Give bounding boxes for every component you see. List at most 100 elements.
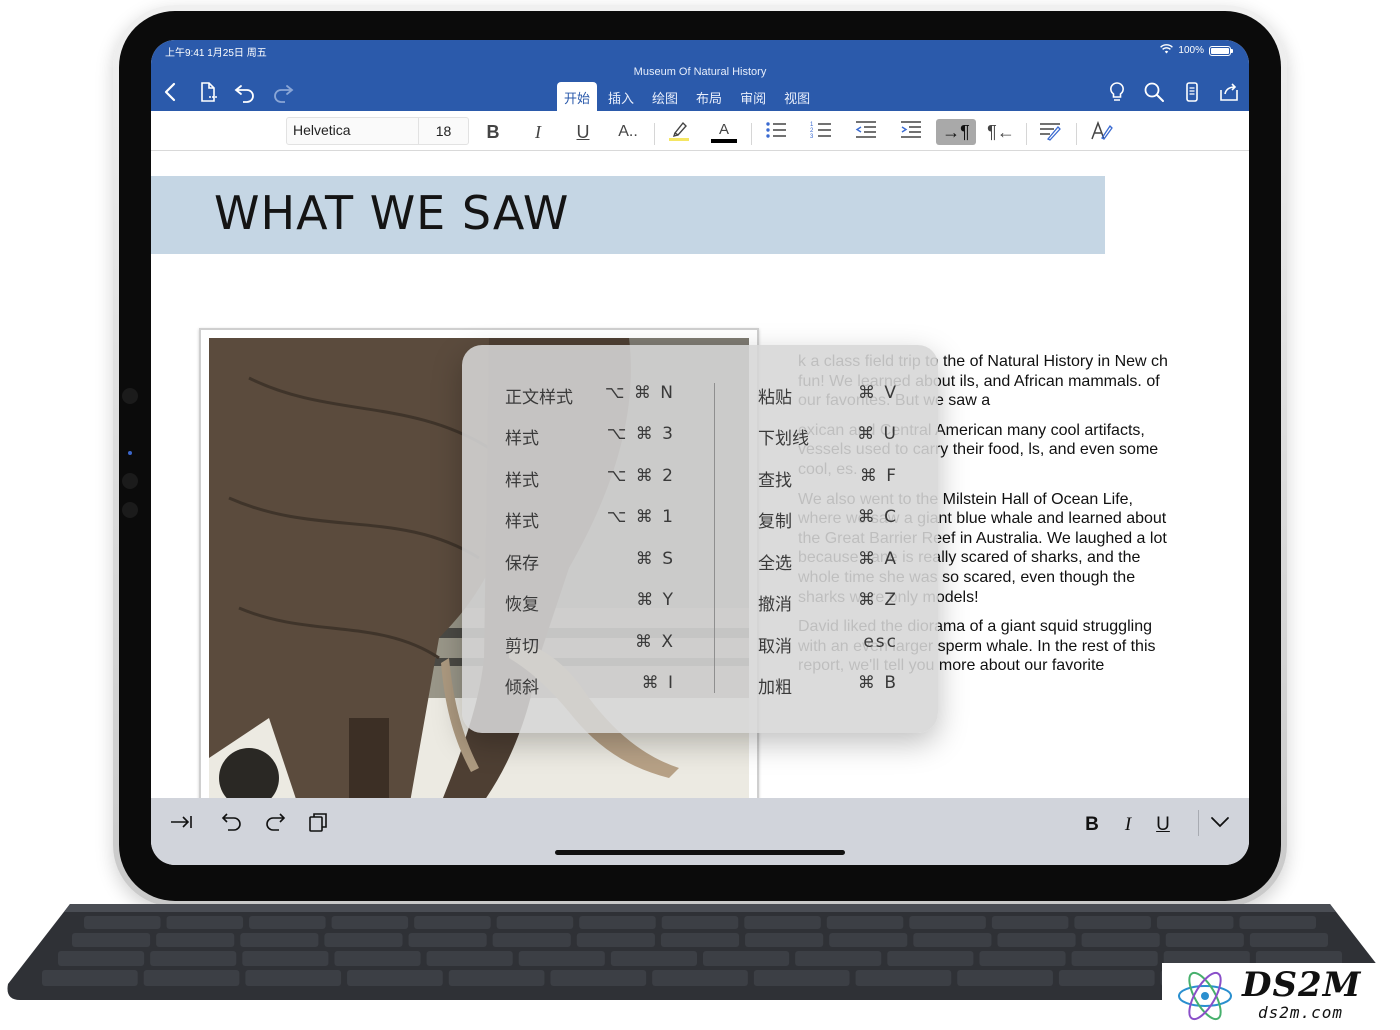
screen: 上午9:41 1月25日 周五 100% Museum Of Natural H… — [151, 40, 1249, 865]
shortcut-keys: ⌘ I — [641, 673, 675, 693]
keyboard-key — [143, 970, 240, 986]
bold-button[interactable]: B — [478, 119, 508, 145]
tab-layout[interactable]: 布局 — [689, 82, 729, 111]
bold-button[interactable]: B — [1078, 812, 1106, 838]
increase-indent-button[interactable] — [896, 119, 926, 145]
shortcut-keys: esc — [863, 632, 898, 652]
outdent-icon — [854, 119, 878, 146]
keyboard-key — [166, 916, 244, 929]
shortcuts-divider — [714, 383, 715, 693]
document-canvas[interactable]: WHAT WE SAW the of Natural History in Ne… — [151, 152, 1249, 798]
pilcrow-rtl-icon: ¶← — [987, 121, 1015, 142]
heading-band: WHAT WE SAW — [151, 176, 1105, 254]
keyboard-key — [324, 933, 403, 947]
font-color-button[interactable]: A — [709, 119, 739, 145]
tab-review[interactable]: 审阅 — [733, 82, 773, 111]
font-name-field[interactable]: Helvetica — [287, 118, 419, 144]
redo-button[interactable] — [261, 812, 289, 838]
undo-button[interactable] — [218, 812, 246, 838]
shortcut-keys: ⌘ A — [857, 549, 898, 569]
italic-button[interactable]: I — [523, 119, 553, 145]
keyboard-key — [414, 916, 491, 929]
keyboard-key — [887, 951, 974, 966]
redo-icon[interactable] — [271, 80, 295, 104]
status-time: 上午9:41 1月25日 周五 — [165, 48, 267, 59]
underline-button[interactable]: U — [568, 119, 598, 145]
shortcut-keys: ⌘ B — [857, 673, 898, 693]
shortcut-label: 加粗 — [758, 678, 792, 698]
share-icon[interactable] — [1217, 80, 1241, 104]
shortcut-keys: ⌘ S — [635, 549, 675, 569]
underline-button[interactable]: U — [1149, 812, 1177, 838]
shortcut-keys: ⌥ ⌘ 3 — [606, 424, 675, 444]
shortcut-label: 保存 — [505, 554, 539, 574]
shortcut-label: 恢复 — [505, 595, 539, 615]
keyboard-key — [1156, 916, 1234, 929]
font-picker[interactable]: Helvetica 18 — [286, 117, 469, 145]
bullet-list-icon — [764, 119, 788, 146]
sensor — [122, 473, 138, 489]
shortcut-row: 样式 ⌥ ⌘ 2 — [505, 466, 675, 491]
shortcut-label: 查找 — [758, 471, 792, 491]
front-camera — [122, 388, 138, 404]
decrease-indent-button[interactable] — [851, 119, 881, 145]
file-icon[interactable] — [196, 80, 220, 104]
keyboard-key — [58, 951, 145, 966]
tab-view[interactable]: 视图 — [777, 82, 817, 111]
toolbar-divider — [1076, 123, 1077, 145]
lightbulb-icon[interactable] — [1105, 80, 1129, 104]
tab-insert[interactable]: 插入 — [601, 82, 641, 111]
tab-home[interactable]: 开始 — [557, 82, 598, 111]
wifi-icon — [1160, 44, 1174, 57]
mobile-view-icon[interactable] — [1180, 80, 1204, 104]
keyboard-key — [909, 916, 986, 929]
document-heading[interactable]: WHAT WE SAW — [214, 186, 569, 240]
shortcut-row: 恢复 ⌘ Y — [505, 590, 675, 615]
tab-draw[interactable]: 绘图 — [645, 82, 685, 111]
toolbar-divider — [751, 123, 752, 145]
italic-button[interactable]: I — [1114, 812, 1142, 838]
keyboard-key — [448, 970, 545, 986]
keyboard-key — [997, 933, 1076, 947]
rtl-paragraph-button[interactable]: ¶← — [986, 119, 1016, 145]
hide-keyboard-button[interactable] — [1206, 812, 1234, 838]
keyboard-key — [1081, 933, 1160, 947]
keyboard-key — [408, 933, 487, 947]
ribbon-tabs: 开始 插入 绘图 布局 审阅 视图 — [557, 82, 821, 111]
search-icon[interactable] — [1142, 80, 1166, 104]
keyboard-key — [745, 933, 824, 947]
svg-text:3: 3 — [810, 134, 814, 140]
bullets-button[interactable] — [761, 119, 791, 145]
shortcut-keys: ⌘ Y — [636, 590, 675, 610]
text-effects-button[interactable]: A.. — [613, 119, 643, 145]
undo-icon[interactable] — [233, 80, 257, 104]
keyboard-key — [661, 916, 739, 929]
keyboard-key — [240, 933, 319, 947]
keyboard-key — [518, 951, 605, 966]
show-formatting-button[interactable]: →¶ — [936, 119, 976, 145]
tab-arrow-icon — [169, 811, 193, 839]
keyboard-key — [576, 933, 655, 947]
back-icon[interactable] — [159, 80, 183, 104]
home-indicator[interactable] — [555, 850, 845, 855]
numbering-button[interactable]: 123 — [806, 119, 836, 145]
accessory-divider — [1198, 810, 1199, 836]
font-size-field[interactable]: 18 — [419, 118, 468, 144]
undo-icon — [220, 811, 244, 839]
chevron-down-icon — [1208, 811, 1232, 839]
paste-button[interactable] — [304, 812, 332, 838]
shortcut-keys: ⌥ ⌘ N — [604, 383, 675, 403]
shortcut-label: 倾斜 — [505, 678, 539, 698]
keyboard-shortcuts-overlay: 正文样式 ⌥ ⌘ N 样式 ⌥ ⌘ 3 样式 ⌥ ⌘ 2 样式 ⌥ ⌘ 1 保存… — [462, 345, 938, 733]
keyboard-key — [1239, 916, 1316, 929]
clear-formatting-button[interactable] — [1086, 119, 1116, 145]
highlight-button[interactable] — [664, 119, 694, 145]
highlighter-icon — [667, 119, 691, 146]
keyboard-key — [331, 916, 409, 929]
pilcrow-ltr-icon: →¶ — [942, 121, 970, 142]
keyboard-accessory-bar: B I U — [151, 798, 1249, 865]
shortcut-row: 样式 ⌥ ⌘ 3 — [505, 424, 675, 449]
atom-logo-icon — [1176, 969, 1234, 1027]
tab-key-button[interactable] — [167, 812, 195, 838]
styles-button[interactable] — [1035, 119, 1065, 145]
